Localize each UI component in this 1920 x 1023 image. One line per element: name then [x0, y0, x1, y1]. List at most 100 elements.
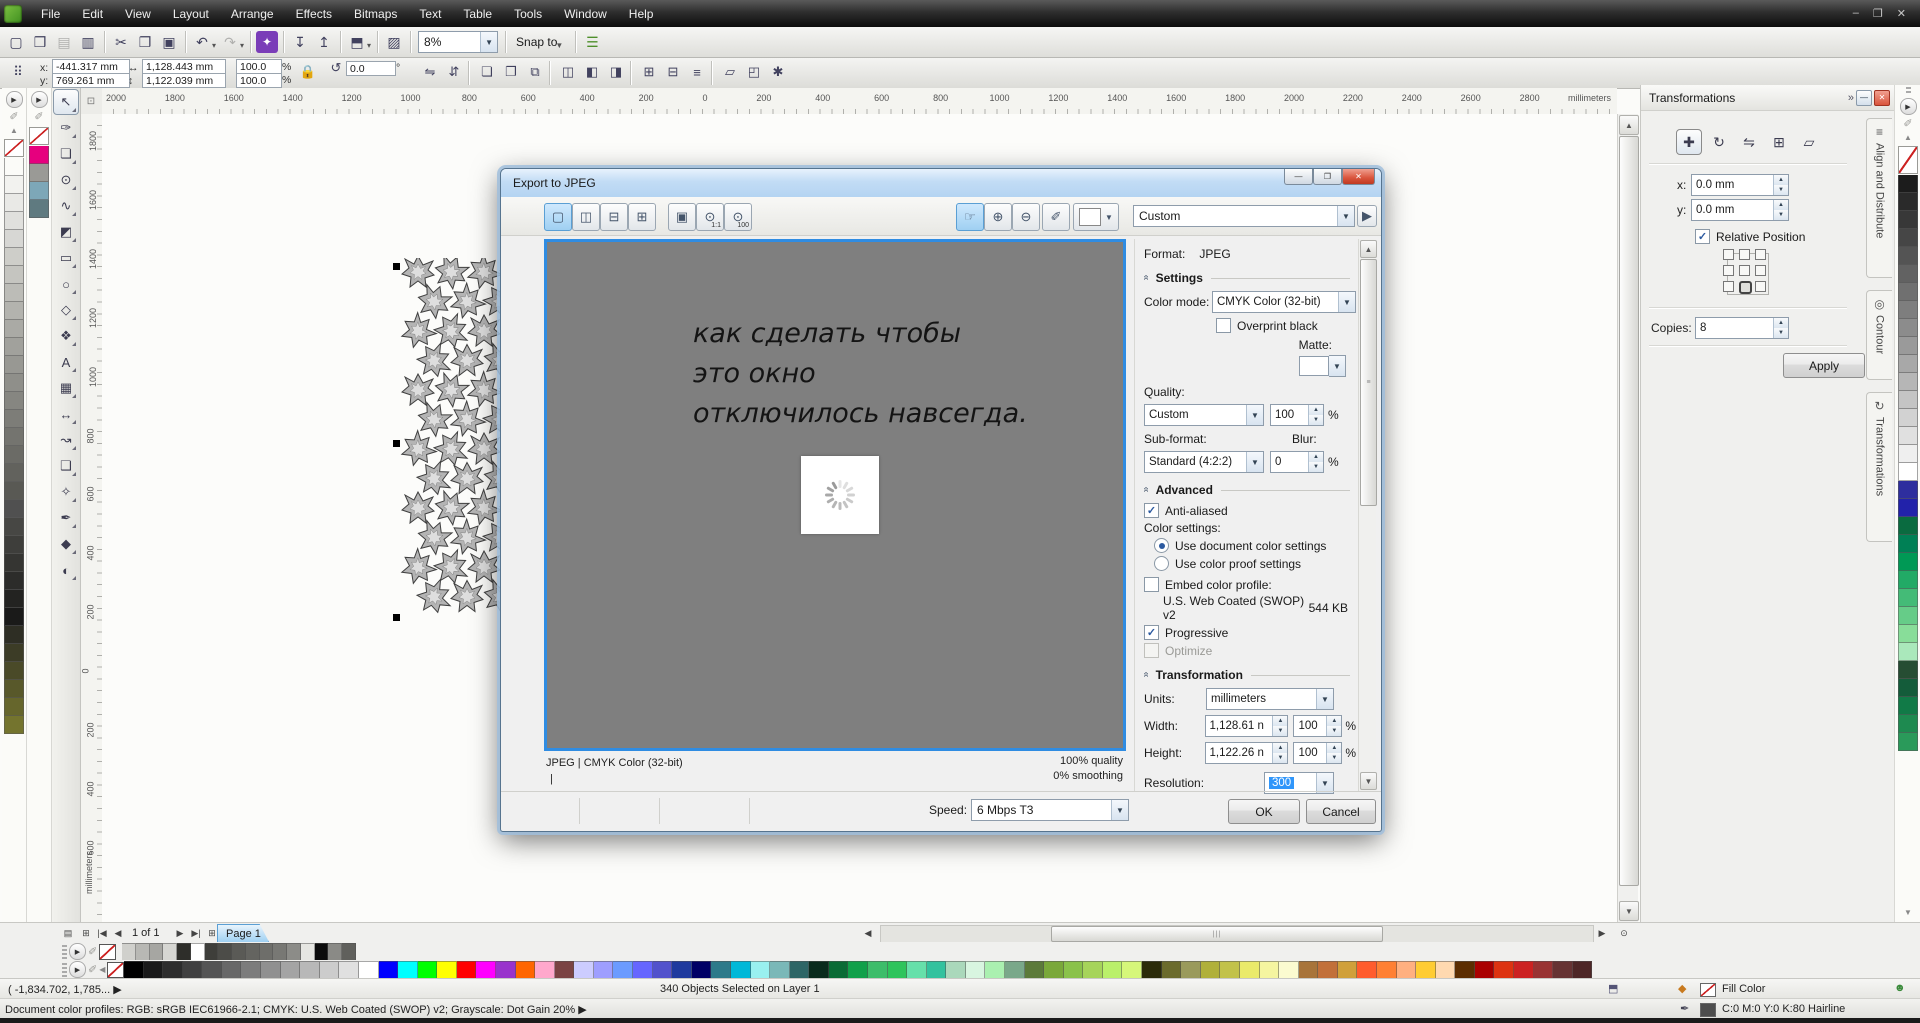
to-back-icon[interactable]: ❐ [501, 62, 521, 82]
color-swatch[interactable] [4, 158, 24, 176]
zoom-tool-icon[interactable]: ⊙ [1616, 925, 1632, 941]
color-swatch[interactable] [183, 961, 203, 979]
open-icon[interactable]: ❒ [29, 31, 51, 53]
no-color-swatch[interactable] [107, 962, 124, 978]
color-swatch[interactable] [1898, 643, 1918, 661]
menu-tools[interactable]: Tools [503, 3, 553, 25]
color-swatch[interactable] [966, 961, 986, 979]
color-swatch[interactable] [4, 572, 24, 590]
skew-icon[interactable]: ▱ [1797, 130, 1821, 154]
group-icon[interactable]: ⧉ [525, 62, 545, 82]
color-swatch[interactable] [1514, 961, 1534, 979]
color-swatch[interactable] [848, 961, 868, 979]
last-page-button[interactable]: ▶| [188, 925, 204, 941]
color-swatch[interactable] [653, 961, 673, 979]
palette-flyout-button[interactable]: ▶ [6, 91, 23, 108]
monitor-icon[interactable]: ⬒ [1608, 982, 1618, 995]
color-swatch[interactable] [1377, 961, 1397, 979]
color-swatch[interactable] [1436, 961, 1456, 979]
docker-x-spinner[interactable]: 0.0 mm▲▼ [1691, 174, 1789, 196]
color-swatch[interactable] [4, 356, 24, 374]
chevron-down-icon[interactable]: ▼ [480, 32, 497, 52]
color-swatch[interactable] [809, 961, 829, 979]
color-swatch[interactable] [418, 961, 438, 979]
rotation-angle-field[interactable]: 0.0 [346, 61, 396, 76]
rotate-icon[interactable]: ↻ [1707, 130, 1731, 154]
color-swatch[interactable] [320, 961, 340, 979]
zoom-1to1-icon[interactable]: ⊙1:1 [696, 203, 724, 231]
order-icon[interactable]: ≡ [687, 62, 707, 82]
table-tool[interactable]: ▦ [54, 376, 78, 400]
docker-flyout-icon[interactable]: » [1848, 92, 1854, 104]
color-swatch[interactable] [4, 662, 24, 680]
preview-two-horizontal-icon[interactable]: ⊟ [600, 203, 628, 231]
height-spinner[interactable]: 1,122.26 n ▲▼ [1205, 742, 1289, 764]
color-swatch[interactable] [751, 961, 771, 979]
color-swatch[interactable] [1898, 409, 1918, 427]
color-swatch[interactable] [1142, 961, 1162, 979]
connector-tool[interactable]: ↝ [54, 428, 78, 452]
add-page-start-button[interactable]: ⊞ [78, 925, 94, 941]
redo-dropdown-icon[interactable]: ▾ [240, 41, 244, 50]
palette-drag-handle[interactable] [62, 963, 67, 977]
color-swatch[interactable] [1103, 961, 1123, 979]
scale-x-field[interactable]: 100.0 [236, 59, 282, 74]
apply-button[interactable]: Apply [1783, 353, 1865, 378]
scale-mirror-icon[interactable]: ⇋ [1737, 130, 1761, 154]
color-swatch[interactable] [4, 626, 24, 644]
color-swatch[interactable] [1898, 733, 1918, 751]
no-color-swatch[interactable] [1898, 146, 1918, 174]
mirror-vertical-icon[interactable]: ⇵ [444, 62, 464, 82]
color-swatch[interactable] [163, 961, 183, 979]
color-swatch[interactable] [1083, 961, 1103, 979]
docker-close-button[interactable]: ✕ [1874, 90, 1890, 106]
antialiased-checkbox[interactable] [1144, 503, 1159, 518]
menu-file[interactable]: File [30, 3, 71, 25]
page-tab[interactable]: Page 1 [217, 924, 269, 942]
color-swatch[interactable] [4, 608, 24, 626]
ellipse-tool[interactable]: ○ [54, 272, 78, 296]
import-icon[interactable]: ↧ [289, 31, 311, 53]
weld-icon[interactable]: ◧ [582, 62, 602, 82]
color-swatch[interactable] [359, 961, 379, 979]
color-swatch[interactable] [4, 320, 24, 338]
tab-align-and-distribute[interactable]: ≡Align and Distribute [1866, 118, 1892, 278]
palette-flyout-button[interactable]: ▶ [31, 91, 48, 108]
palette-scroll-up[interactable]: ▲ [2, 126, 26, 138]
minimize-icon[interactable]: – [1853, 7, 1859, 20]
color-swatch[interactable] [1573, 961, 1593, 979]
color-swatch[interactable] [1005, 961, 1025, 979]
application-launcher-icon[interactable]: ✦ [256, 31, 278, 53]
color-swatch[interactable] [273, 943, 287, 961]
color-swatch[interactable] [4, 536, 24, 554]
color-swatch[interactable] [888, 961, 908, 979]
color-swatch[interactable] [731, 961, 751, 979]
color-swatch[interactable] [246, 943, 260, 961]
color-swatch[interactable] [1455, 961, 1475, 979]
color-swatch[interactable] [342, 943, 356, 961]
color-swatch[interactable] [770, 961, 790, 979]
color-swatch[interactable] [927, 961, 947, 979]
trim-icon[interactable]: ◨ [606, 62, 626, 82]
color-swatch[interactable] [339, 961, 359, 979]
anchor-point[interactable] [1723, 281, 1734, 292]
color-swatch[interactable] [1318, 961, 1338, 979]
color-swatch[interactable] [4, 410, 24, 428]
color-swatch[interactable] [1122, 961, 1142, 979]
first-page-button[interactable]: |◀ [94, 925, 110, 941]
color-swatch[interactable] [222, 961, 242, 979]
menu-help[interactable]: Help [618, 3, 665, 25]
freehand-tool[interactable]: ∿ [54, 194, 78, 218]
color-swatch[interactable] [4, 482, 24, 500]
corel-connect-icon[interactable]: ▨ [383, 31, 405, 53]
color-swatch[interactable] [1898, 373, 1918, 391]
mirror-horizontal-icon[interactable]: ⇋ [420, 62, 440, 82]
color-swatch[interactable] [1181, 961, 1201, 979]
object-position-grid-icon[interactable]: ⠿ [8, 62, 28, 82]
tab-transformations[interactable]: ↻Transformations [1866, 392, 1892, 542]
color-swatch[interactable] [1898, 427, 1918, 445]
color-swatch[interactable] [1898, 715, 1918, 733]
color-swatch[interactable] [136, 943, 150, 961]
color-swatch[interactable] [1898, 589, 1918, 607]
palette-scroll-down[interactable]: ▼ [1895, 908, 1920, 920]
